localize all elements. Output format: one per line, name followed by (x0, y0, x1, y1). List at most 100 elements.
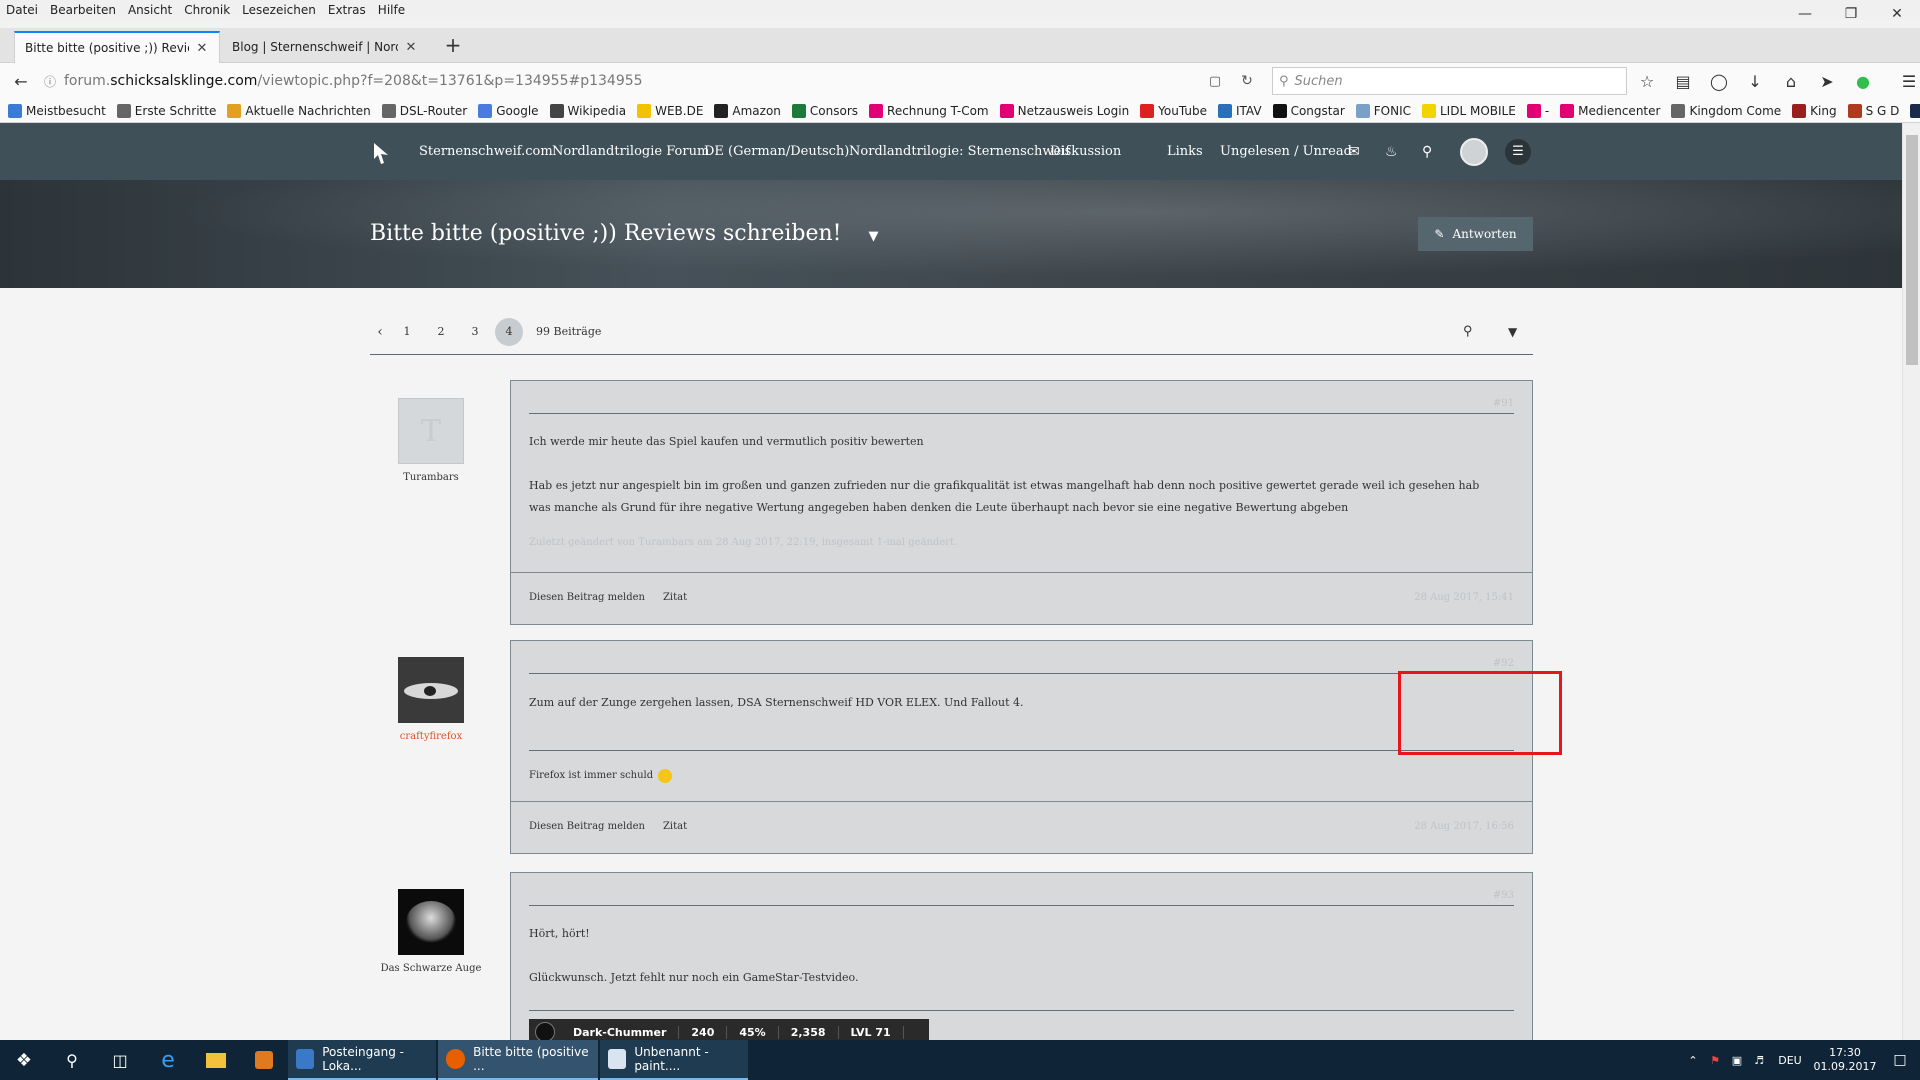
library-icon[interactable]: ▤ (1668, 66, 1698, 96)
nav-link-diskussion[interactable]: Diskussion (1050, 144, 1121, 159)
bookmark-item[interactable]: King (1792, 103, 1837, 118)
hamburger-menu-icon[interactable]: ☰ (1505, 139, 1531, 165)
bookmark-item[interactable]: Congstar (1272, 103, 1345, 118)
site-logo-icon[interactable] (372, 141, 390, 165)
post-number[interactable]: #93 (1493, 890, 1514, 901)
poster-name[interactable]: Turambars (366, 472, 496, 483)
close-tab-icon[interactable]: ✕ (404, 40, 418, 55)
filter-icon[interactable]: ▼ (1508, 325, 1517, 339)
hamburger-menu-icon[interactable]: ☰ (1894, 66, 1920, 96)
report-post-link[interactable]: Diesen Beitrag melden (529, 821, 645, 832)
bookmark-item[interactable]: Mediencenter (1560, 103, 1660, 118)
bookmark-item[interactable]: Consors (791, 103, 858, 118)
search-box[interactable]: ⚲ Suchen (1272, 67, 1627, 95)
taskbar-app-mail[interactable]: Posteingang - Loka... (288, 1040, 436, 1080)
reply-button[interactable]: ✎ Antworten (1418, 217, 1533, 251)
avatar[interactable]: T (398, 398, 464, 464)
bookmark-item[interactable]: Transfermarkt (1910, 103, 1920, 118)
notifications-icon[interactable]: □ (1880, 1052, 1920, 1068)
bookmark-item[interactable]: ITAV (1217, 103, 1262, 118)
extension-icon[interactable]: ● (1848, 66, 1878, 96)
clock[interactable]: 17:30 01.09.2017 (1810, 1046, 1880, 1074)
user-avatar[interactable] (1460, 138, 1488, 166)
bookmark-item[interactable]: Google (478, 103, 539, 118)
post-number[interactable]: #92 (1493, 658, 1514, 669)
notification-bell-icon[interactable]: ♨ (1385, 144, 1398, 160)
search-icon[interactable]: ⚲ (1422, 144, 1432, 160)
nav-link-nordlandtrilogie[interactable]: Nordlandtrilogie: Sternenschweif (849, 144, 1070, 159)
tab-inactive[interactable]: Blog | Sternenschweif | Nordland ✕ (222, 31, 428, 63)
bookmark-item[interactable]: Erste Schritte (116, 103, 216, 118)
taskbar-app-firefox[interactable]: Bitte bitte (positive ... (438, 1040, 598, 1080)
avatar[interactable] (398, 889, 464, 955)
page-2[interactable]: 2 (424, 325, 458, 338)
bookmark-item[interactable]: YouTube (1140, 103, 1207, 118)
scrollbar[interactable] (1902, 123, 1920, 1040)
bookmark-item[interactable]: Amazon (714, 103, 781, 118)
bookmark-item[interactable]: LIDL MOBILE (1422, 103, 1516, 118)
network-warning-icon[interactable]: ⚑ (1704, 1054, 1726, 1067)
reader-view-icon[interactable]: ▢ (1200, 66, 1230, 96)
download-icon[interactable]: ↓ (1740, 66, 1770, 96)
volume-icon[interactable]: ♬ (1748, 1054, 1770, 1067)
bookmark-item[interactable]: Netzausweis Login (999, 103, 1129, 118)
search-icon[interactable]: ⚲ (1463, 324, 1473, 339)
report-post-link[interactable]: Diesen Beitrag melden (529, 592, 645, 603)
nav-link-links[interactable]: Links (1167, 144, 1203, 159)
poster-name[interactable]: Das Schwarze Auge (366, 963, 496, 974)
bookmark-item[interactable]: S G D (1847, 103, 1899, 118)
nav-link-unread[interactable]: Ungelesen / Unread (1220, 144, 1352, 159)
reload-icon[interactable]: ↻ (1232, 66, 1262, 96)
menu-extras[interactable]: Extras (322, 3, 372, 17)
bookmark-item[interactable]: - (1526, 103, 1549, 118)
bookmark-star-icon[interactable]: ☆ (1632, 66, 1662, 96)
url-bar[interactable]: ⓘ forum. schicksalsklinge.com/viewtopic.p… (44, 67, 1264, 95)
bookmark-item[interactable]: Kingdom Come (1671, 103, 1781, 118)
poster-name[interactable]: craftyfirefox (366, 731, 496, 742)
close-tab-icon[interactable]: ✕ (195, 41, 209, 56)
close-icon[interactable]: ✕ (1874, 0, 1920, 28)
menu-bearbeiten[interactable]: Bearbeiten (44, 3, 122, 17)
quote-link[interactable]: Zitat (663, 592, 687, 603)
windows-start-icon[interactable]: ❖ (0, 1040, 48, 1080)
caret-down-icon[interactable]: ▼ (869, 229, 879, 244)
search-icon[interactable]: ⚲ (48, 1040, 96, 1080)
avatar[interactable] (398, 657, 464, 723)
bookmark-item[interactable]: Meistbesucht (8, 103, 106, 118)
home-icon[interactable]: ⌂ (1776, 66, 1806, 96)
edge-browser-icon[interactable]: e (144, 1040, 192, 1080)
menu-lesezeichen[interactable]: Lesezeichen (236, 3, 322, 17)
minimize-icon[interactable]: — (1782, 0, 1828, 28)
input-language[interactable]: DEU (1770, 1054, 1810, 1067)
page-1[interactable]: 1 (390, 325, 424, 338)
menu-chronik[interactable]: Chronik (178, 3, 236, 17)
media-player-icon[interactable] (240, 1040, 288, 1080)
page-3[interactable]: 3 (458, 325, 492, 338)
bookmark-item[interactable]: WEB.DE (637, 103, 703, 118)
chevron-left-icon[interactable]: ‹ (370, 324, 390, 340)
taskbar-app-paint[interactable]: Unbenannt - paint.... (600, 1040, 748, 1080)
bookmark-item[interactable]: FONIC (1355, 103, 1411, 118)
quote-link[interactable]: Zitat (663, 821, 687, 832)
scrollbar-thumb[interactable] (1906, 135, 1918, 365)
new-tab-icon[interactable]: + (441, 34, 465, 58)
menu-ansicht[interactable]: Ansicht (122, 3, 178, 17)
restore-icon[interactable]: ❐ (1828, 0, 1874, 28)
nav-link-sternenschweif[interactable]: Sternenschweif.com (419, 144, 553, 159)
tab-active[interactable]: Bitte bitte (positive ;)) Reviews sc ✕ (14, 31, 220, 63)
pocket-icon[interactable]: ◯ (1704, 66, 1734, 96)
post-number[interactable]: #91 (1493, 398, 1514, 409)
file-explorer-icon[interactable] (192, 1040, 240, 1080)
back-icon[interactable]: ← (6, 66, 36, 96)
nav-link-de[interactable]: DE (German/Deutsch) (704, 144, 849, 159)
bookmark-item[interactable]: DSL-Router (381, 103, 467, 118)
bookmark-item[interactable]: Rechnung T-Com (869, 103, 989, 118)
mail-icon[interactable]: ✉ (1348, 144, 1360, 160)
bookmark-item[interactable]: Aktuelle Nachrichten (227, 103, 371, 118)
menu-hilfe[interactable]: Hilfe (372, 3, 411, 17)
chevron-up-icon[interactable]: ⌃ (1682, 1054, 1704, 1067)
bookmark-item[interactable]: Wikipedia (549, 103, 626, 118)
nav-link-forum[interactable]: Nordlandtrilogie Forum (552, 144, 709, 159)
info-icon[interactable]: ⓘ (44, 73, 64, 90)
send-icon[interactable]: ➤ (1812, 66, 1842, 96)
